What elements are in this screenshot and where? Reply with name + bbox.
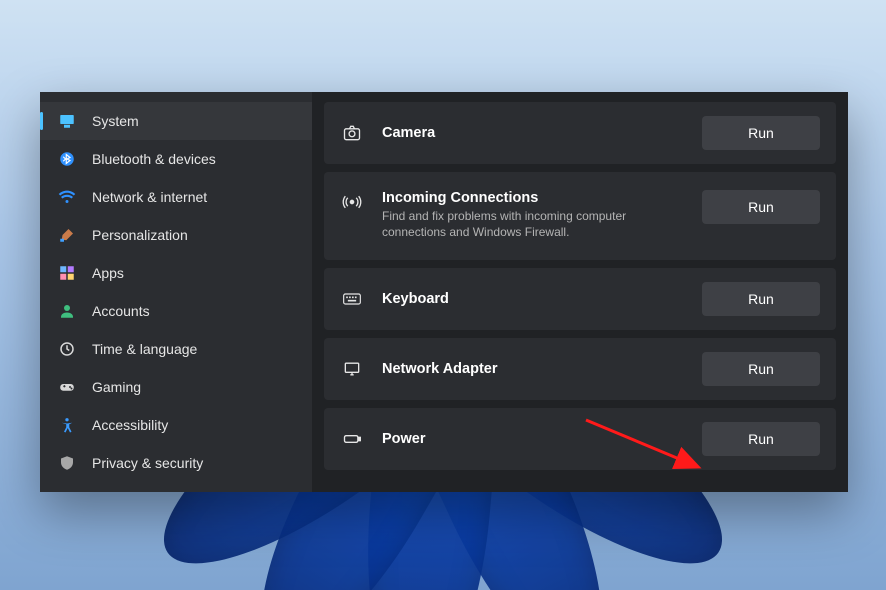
- troubleshooter-desc: Find and fix problems with incoming comp…: [382, 208, 642, 240]
- troubleshooter-title: Keyboard: [382, 291, 684, 307]
- troubleshooter-camera: Camera Run: [324, 102, 836, 164]
- sidebar-item-bluetooth[interactable]: Bluetooth & devices: [40, 140, 312, 178]
- troubleshooter-incoming-connections: Incoming Connections Find and fix proble…: [324, 172, 836, 260]
- troubleshooter-title: Network Adapter: [382, 361, 684, 377]
- accessibility-icon: [58, 416, 76, 434]
- sidebar-item-label: Bluetooth & devices: [92, 151, 216, 167]
- troubleshooter-power: Power Run: [324, 408, 836, 470]
- sidebar-item-label: Time & language: [92, 341, 197, 357]
- monitor-icon: [58, 112, 76, 130]
- sidebar-item-label: Network & internet: [92, 189, 207, 205]
- troubleshooter-list: Camera Run Incoming Connections Find and…: [312, 92, 848, 492]
- antenna-icon: [340, 190, 364, 214]
- troubleshooter-title: Camera: [382, 125, 684, 141]
- sidebar-item-network[interactable]: Network & internet: [40, 178, 312, 216]
- camera-run-button[interactable]: Run: [702, 116, 820, 150]
- sidebar-item-privacy-security[interactable]: Privacy & security: [40, 444, 312, 482]
- settings-window: System Bluetooth & devices Network & int…: [40, 92, 848, 492]
- sidebar-item-system[interactable]: System: [40, 102, 312, 140]
- settings-sidebar: System Bluetooth & devices Network & int…: [40, 92, 312, 492]
- network-adapter-run-button[interactable]: Run: [702, 352, 820, 386]
- sidebar-item-label: Apps: [92, 265, 124, 281]
- troubleshooter-title: Power: [382, 431, 684, 447]
- power-run-button[interactable]: Run: [702, 422, 820, 456]
- brush-icon: [58, 226, 76, 244]
- sidebar-item-time-language[interactable]: Time & language: [40, 330, 312, 368]
- troubleshooter-network-adapter: Network Adapter Run: [324, 338, 836, 400]
- incoming-connections-run-button[interactable]: Run: [702, 190, 820, 224]
- sidebar-item-label: Privacy & security: [92, 455, 203, 471]
- troubleshooter-keyboard: Keyboard Run: [324, 268, 836, 330]
- user-icon: [58, 302, 76, 320]
- netadapter-icon: [340, 357, 364, 381]
- wifi-icon: [58, 188, 76, 206]
- sidebar-item-label: Gaming: [92, 379, 141, 395]
- shield-icon: [58, 454, 76, 472]
- bluetooth-icon: [58, 150, 76, 168]
- troubleshooter-title: Incoming Connections: [382, 190, 684, 206]
- sidebar-item-label: Accessibility: [92, 417, 168, 433]
- sidebar-item-apps[interactable]: Apps: [40, 254, 312, 292]
- sidebar-item-personalization[interactable]: Personalization: [40, 216, 312, 254]
- keyboard-icon: [340, 287, 364, 311]
- gamepad-icon: [58, 378, 76, 396]
- sidebar-item-label: System: [92, 113, 139, 129]
- grid-icon: [58, 264, 76, 282]
- sidebar-item-accessibility[interactable]: Accessibility: [40, 406, 312, 444]
- keyboard-run-button[interactable]: Run: [702, 282, 820, 316]
- battery-icon: [340, 427, 364, 451]
- sidebar-item-gaming[interactable]: Gaming: [40, 368, 312, 406]
- sidebar-item-accounts[interactable]: Accounts: [40, 292, 312, 330]
- sidebar-item-label: Accounts: [92, 303, 150, 319]
- clock-globe-icon: [58, 340, 76, 358]
- camera-icon: [340, 121, 364, 145]
- sidebar-item-label: Personalization: [92, 227, 188, 243]
